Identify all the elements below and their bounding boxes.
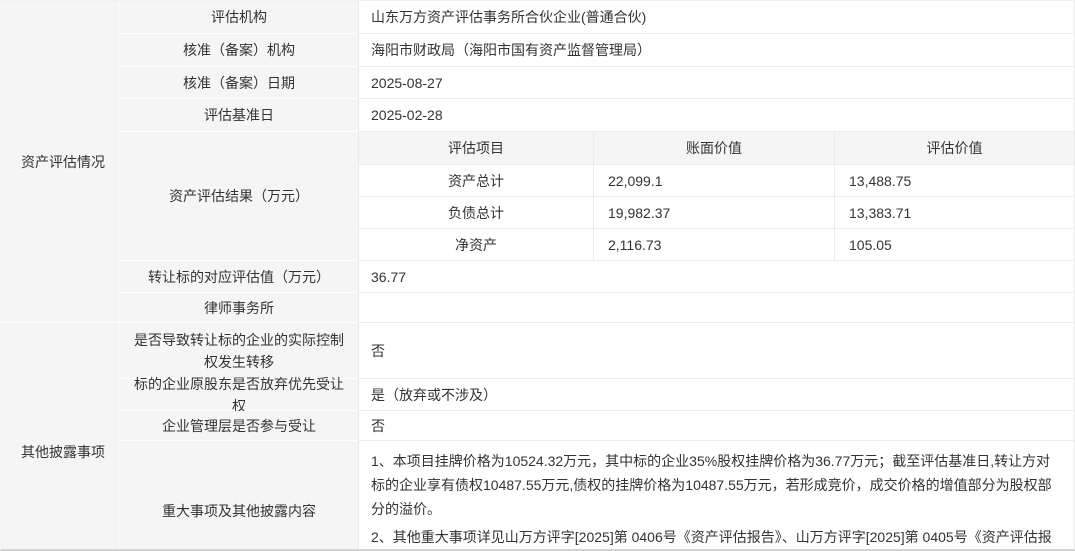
subtable-cell-total-assets-eval: 13,488.75 bbox=[835, 165, 1074, 197]
section-title: 资产评估情况 bbox=[21, 152, 105, 172]
subtable-header-item: 评估项目 bbox=[359, 132, 594, 165]
row-value-management-participation: 否 bbox=[359, 411, 1074, 441]
asset-evaluation-table: 资产评估情况 其他披露事项 评估机构 山东万方资产评估事务所合伙企业(普通合伙)… bbox=[0, 0, 1075, 551]
row-value-control-transfer: 否 bbox=[359, 323, 1074, 379]
row-label-eval-org: 评估机构 bbox=[120, 1, 359, 34]
row-value-eval-result: 评估项目 账面价值 评估价值 资产总计 22,099.1 13,488.75 负… bbox=[359, 132, 1074, 261]
row-label-waive-preemptive-right: 标的企业原股东是否放弃优先受让权 bbox=[120, 379, 359, 411]
row-label-management-participation: 企业管理层是否参与受让 bbox=[120, 411, 359, 441]
disclosure-paragraph-2: 2、其他重大事项详见山万方评字[2025]第 0406号《资产评估报告》、山万方… bbox=[371, 525, 1062, 551]
subtable-header-eval-value: 评估价值 bbox=[835, 132, 1074, 165]
subtable-cell-total-liabilities-eval: 13,383.71 bbox=[835, 197, 1074, 229]
subtable-cell-net-assets: 净资产 bbox=[359, 229, 594, 260]
subtable-cell-total-liabilities: 负债总计 bbox=[359, 197, 594, 229]
row-label-law-firm: 律师事务所 bbox=[120, 293, 359, 323]
section-title: 其他披露事项 bbox=[21, 442, 105, 462]
row-label-base-date: 评估基准日 bbox=[120, 99, 359, 132]
row-label-transfer-eval-value: 转让标的对应评估值（万元） bbox=[120, 261, 359, 293]
row-label-control-transfer: 是否导致转让标的企业的实际控制权发生转移 bbox=[120, 323, 359, 379]
row-label-approval-org: 核准（备案）机构 bbox=[120, 34, 359, 67]
row-value-law-firm bbox=[359, 293, 1074, 323]
row-value-eval-org: 山东万方资产评估事务所合伙企业(普通合伙) bbox=[359, 1, 1074, 34]
subtable-cell-net-assets-book: 2,116.73 bbox=[594, 229, 835, 260]
row-value-base-date: 2025-02-28 bbox=[359, 99, 1074, 132]
subtable-cell-total-assets-book: 22,099.1 bbox=[594, 165, 835, 197]
eval-result-subtable: 评估项目 账面价值 评估价值 资产总计 22,099.1 13,488.75 负… bbox=[359, 132, 1074, 260]
subtable-cell-net-assets-eval: 105.05 bbox=[835, 229, 1074, 260]
row-label-major-matters: 重大事项及其他披露内容 bbox=[120, 441, 359, 551]
row-value-approval-date: 2025-08-27 bbox=[359, 67, 1074, 99]
section-label-asset-evaluation: 资产评估情况 bbox=[1, 1, 120, 323]
row-value-waive-preemptive-right: 是（放弃或不涉及） bbox=[359, 379, 1074, 411]
disclosure-paragraph-1: 1、本项目挂牌价格为10524.32万元，其中标的企业35%股权挂牌价格为36.… bbox=[371, 449, 1062, 521]
row-value-major-matters: 1、本项目挂牌价格为10524.32万元，其中标的企业35%股权挂牌价格为36.… bbox=[359, 441, 1074, 551]
section-label-other-disclosures: 其他披露事项 bbox=[1, 323, 120, 551]
subtable-header-book-value: 账面价值 bbox=[594, 132, 835, 165]
row-value-transfer-eval-value: 36.77 bbox=[359, 261, 1074, 293]
subtable-cell-total-liabilities-book: 19,982.37 bbox=[594, 197, 835, 229]
subtable-cell-total-assets: 资产总计 bbox=[359, 165, 594, 197]
row-label-approval-date: 核准（备案）日期 bbox=[120, 67, 359, 99]
row-label-eval-result: 资产评估结果（万元） bbox=[120, 132, 359, 261]
row-value-approval-org: 海阳市财政局（海阳市国有资产监督管理局） bbox=[359, 34, 1074, 67]
